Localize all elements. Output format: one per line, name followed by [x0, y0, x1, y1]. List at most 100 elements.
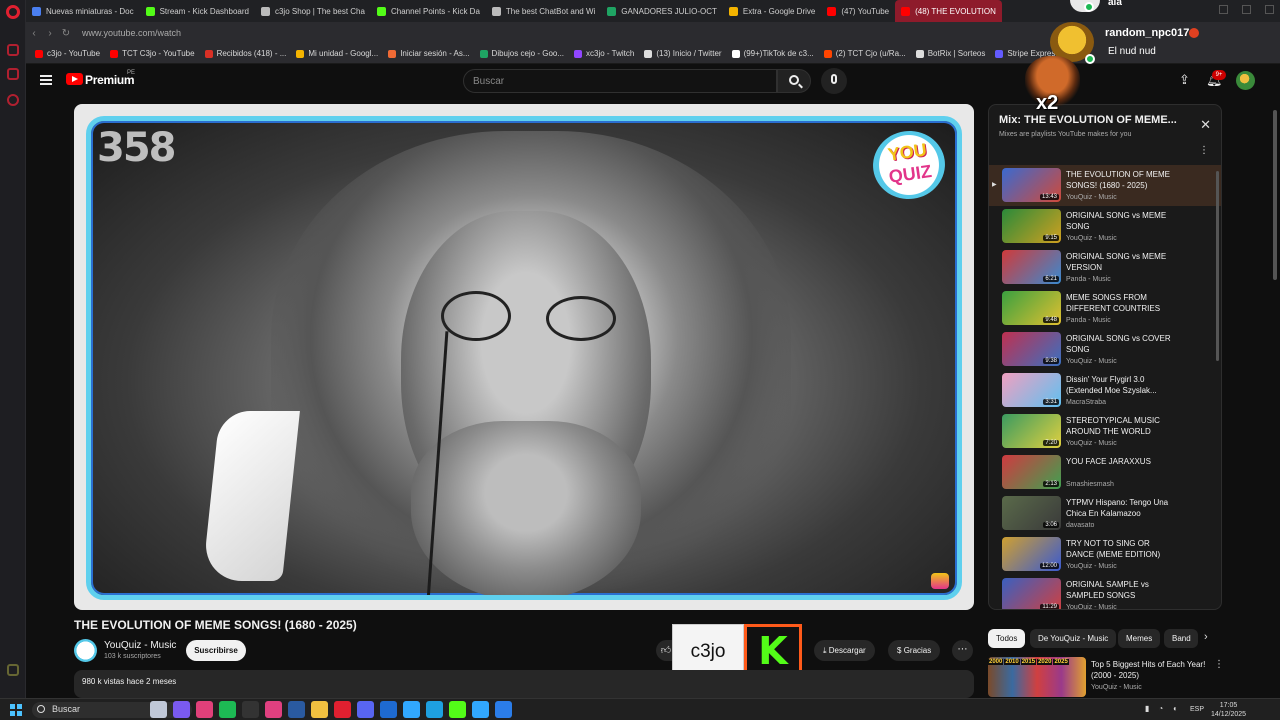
browser-tab[interactable]: c3jo Shop | The best Cha [255, 0, 371, 22]
bookmark-item[interactable]: BotRix | Sorteos [911, 49, 991, 58]
video-thumbnail[interactable]: 3:31 [1002, 373, 1061, 407]
video-player[interactable]: 358 YOU QUIZ [74, 104, 974, 610]
video-thumbnail[interactable]: 9:38 [1002, 332, 1061, 366]
video-thumbnail[interactable]: 13:43 [1002, 168, 1061, 202]
create-icon[interactable]: ⇪ [1179, 73, 1190, 87]
playlist-item[interactable]: 11:29 ORIGINAL SAMPLE vs SAMPLED SONGS You… [989, 575, 1221, 609]
playlist-item[interactable]: ▶ 13:43 THE EVOLUTION OF MEME SONGS! (1680… [989, 165, 1221, 206]
taskbar-app-icon[interactable] [426, 701, 443, 718]
mix-title[interactable]: Mix: THE EVOLUTION OF MEME... [999, 114, 1179, 126]
browser-tab[interactable]: (48) THE EVOLUTION [895, 0, 1002, 22]
recommendation-title[interactable]: Top 5 Biggest Hits of Each Year! (2000 -… [1091, 659, 1211, 681]
playlist-scrollbar[interactable] [1216, 171, 1219, 361]
thanks-button[interactable]: $ Gracias [888, 640, 941, 661]
subscribe-button[interactable]: Suscribirse [186, 640, 246, 661]
video-thumbnail[interactable]: 7:20 [1002, 414, 1061, 448]
taskbar-app-icon[interactable] [173, 701, 190, 718]
bookmark-item[interactable]: (2) TCT Cjo (u/Ra... [819, 49, 911, 58]
forward-icon[interactable]: › [42, 28, 58, 39]
youtube-logo-icon[interactable] [66, 73, 83, 85]
close-icon[interactable]: ✕ [1200, 117, 1211, 133]
back-icon[interactable]: ‹ [26, 28, 42, 39]
item-title[interactable]: ORIGINAL SAMPLE vs SAMPLED SONGS [1066, 579, 1176, 601]
item-title[interactable]: YTPMV Hispano: Tengo Una Chica En Kalama… [1066, 497, 1176, 519]
taskbar-app-icon[interactable] [219, 701, 236, 718]
taskbar-app-icon[interactable] [403, 701, 420, 718]
filter-chip[interactable]: Band [1164, 629, 1198, 648]
taskbar-app-icon[interactable] [334, 701, 351, 718]
item-title[interactable]: THE EVOLUTION OF MEME SONGS! (1680 - 202… [1066, 169, 1176, 191]
item-title[interactable]: Dissin' Your Flygirl 3.0 (Extended Moe S… [1066, 374, 1176, 396]
playlist-item[interactable]: 9:38 ORIGINAL SONG vs COVER SONG YouQuiz -… [989, 329, 1221, 370]
description-box[interactable]: 980 k vistas hace 2 meses [74, 670, 974, 698]
sidebar-aria-icon[interactable] [7, 44, 19, 56]
account-avatar[interactable] [1236, 71, 1255, 90]
browser-tab[interactable]: Nuevas miniaturas - Doc [26, 0, 140, 22]
video-thumbnail[interactable]: 9:15 [1002, 209, 1061, 243]
page-scrollbar[interactable] [1273, 110, 1277, 280]
item-title[interactable]: TRY NOT TO SING OR DANCE (MEME EDITION) [1066, 538, 1176, 560]
video-thumbnail[interactable]: 9:48 [1002, 291, 1061, 325]
sidebar-whatsapp-icon[interactable] [7, 94, 19, 106]
voice-search-button[interactable] [821, 68, 847, 94]
taskbar-app-icon[interactable] [288, 701, 305, 718]
browser-tab[interactable]: Channel Points - Kick Da [371, 0, 486, 22]
bookmark-item[interactable]: Iniciar sesión - As... [383, 49, 474, 58]
network-icon[interactable]: ◔ [1158, 704, 1163, 713]
video-thumbnail[interactable]: 6:21 [1002, 250, 1061, 284]
taskbar-app-icon[interactable] [242, 701, 259, 718]
chevron-right-icon[interactable]: › [1204, 631, 1208, 643]
browser-tab[interactable]: The best ChatBot and Wi [486, 0, 601, 22]
item-title[interactable]: ORIGINAL SONG vs COVER SONG [1066, 333, 1176, 355]
battery-icon[interactable]: ▮ [1145, 704, 1149, 713]
browser-tab[interactable]: GANADORES JULIO-OCT [601, 0, 723, 22]
playlist-item[interactable]: 12:00 TRY NOT TO SING OR DANCE (MEME EDIT… [989, 534, 1221, 575]
search-input[interactable]: Buscar [463, 69, 777, 93]
item-title[interactable]: ORIGINAL SONG vs MEME VERSION [1066, 251, 1176, 273]
item-title[interactable]: YOU FACE JARAXXUS [1066, 456, 1176, 467]
taskbar-app-icon[interactable] [357, 701, 374, 718]
video-thumbnail[interactable]: 12:00 [1002, 537, 1061, 571]
clock[interactable]: 17:05 14/12/2025 [1211, 701, 1246, 719]
download-button[interactable]: ⤓ Descargar [814, 640, 875, 661]
playlist-item[interactable]: 3:06 YTPMV Hispano: Tengo Una Chica En Ka… [989, 493, 1221, 534]
item-title[interactable]: STEREOTYPICAL MUSIC AROUND THE WORLD [1066, 415, 1176, 437]
browser-tab[interactable]: Extra - Google Drive [723, 0, 821, 22]
url-field[interactable]: www.youtube.com/watch [82, 28, 181, 38]
browser-tab[interactable]: Stream - Kick Dashboard [140, 0, 255, 22]
taskbar-app-icon[interactable] [495, 701, 512, 718]
filter-chip[interactable]: Todos [988, 629, 1026, 648]
bookmark-item[interactable]: TCT C3jo - YouTube [105, 49, 199, 58]
close-window-icon[interactable] [1265, 5, 1274, 14]
taskbar-app-icon[interactable] [150, 701, 167, 718]
playlist-item[interactable]: 2:13 YOU FACE JARAXXUS Smashiesmash [989, 452, 1221, 493]
maximize-icon[interactable] [1242, 5, 1251, 14]
taskbar-app-icon[interactable] [472, 701, 489, 718]
item-title[interactable]: MEME SONGS FROM DIFFERENT COUNTRIES [1066, 292, 1176, 314]
taskbar-app-icon[interactable] [311, 701, 328, 718]
minimize-icon[interactable] [1219, 5, 1228, 14]
taskbar-app-icon[interactable] [265, 701, 282, 718]
playlist-item[interactable]: 9:15 ORIGINAL SONG vs MEME SONG YouQuiz - … [989, 206, 1221, 247]
taskbar-app-icon[interactable] [380, 701, 397, 718]
bookmark-item[interactable]: c3jo - YouTube [30, 49, 105, 58]
volume-icon[interactable]: ◖ [1172, 704, 1177, 713]
playlist-item[interactable]: 3:31 Dissin' Your Flygirl 3.0 (Extended M… [989, 370, 1221, 411]
bookmark-item[interactable]: Dibujos cejo - Goo... [475, 49, 569, 58]
filter-chip[interactable]: Memes [1118, 629, 1161, 648]
recommendation-menu-icon[interactable]: ⋮ [1214, 659, 1224, 670]
search-button[interactable] [777, 69, 811, 93]
recommendation-thumbnail[interactable]: 2000 2010 2015 2020 2025 [988, 657, 1086, 697]
video-thumbnail[interactable]: 11:29 [1002, 578, 1061, 609]
playlist-item[interactable]: 6:21 ORIGINAL SONG vs MEME VERSION Panda -… [989, 247, 1221, 288]
taskbar-app-icon[interactable] [196, 701, 213, 718]
language-indicator[interactable]: ESP [1190, 706, 1204, 713]
windows-start-icon[interactable] [10, 704, 22, 716]
video-thumbnail[interactable]: 3:06 [1002, 496, 1061, 530]
sidebar-more-icon[interactable] [7, 664, 19, 676]
taskbar-app-icon[interactable] [449, 701, 466, 718]
bookmark-item[interactable]: Mi unidad - Googl... [291, 49, 383, 58]
sidebar-messenger-icon[interactable] [7, 68, 19, 80]
playlist-item[interactable]: 9:48 MEME SONGS FROM DIFFERENT COUNTRIES P… [989, 288, 1221, 329]
playlist-item[interactable]: 7:20 STEREOTYPICAL MUSIC AROUND THE WORLD… [989, 411, 1221, 452]
